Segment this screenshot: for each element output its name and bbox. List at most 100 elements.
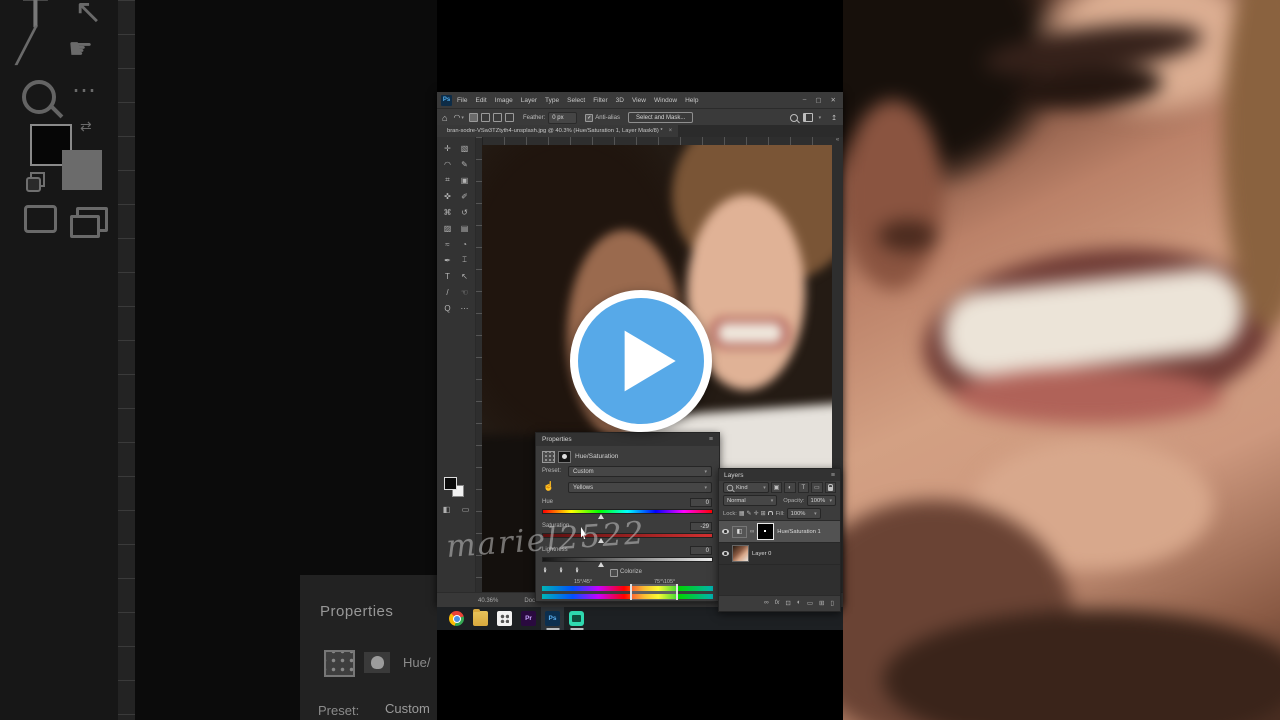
frame-tool-icon[interactable]: ▣ — [456, 172, 473, 188]
hue-range-markers[interactable] — [629, 584, 678, 600]
eyedropper-icon[interactable]: ✒ — [541, 566, 550, 573]
store-icon[interactable] — [497, 611, 512, 626]
delete-layer-icon[interactable]: ▯ — [830, 599, 834, 607]
direct-select-tool-icon[interactable]: ↖ — [456, 268, 473, 284]
layer-row-layer0[interactable]: Layer 0 — [719, 543, 840, 565]
colorize-checkbox[interactable] — [610, 569, 618, 577]
screen-mode-icon[interactable]: ▭ — [462, 505, 470, 514]
layer-name[interactable]: Hue/Saturation 1 — [777, 529, 821, 535]
filter-shape-icon[interactable]: ▭ — [811, 482, 823, 493]
lock-transparent-icon[interactable]: ▦ — [739, 510, 745, 517]
dodge-tool-icon[interactable]: ◔ — [456, 236, 473, 252]
fill-dropdown[interactable]: 100% ▾ — [786, 508, 821, 519]
lock-position-icon[interactable]: ✛ — [754, 510, 759, 517]
lightness-slider-handle[interactable] — [598, 562, 604, 567]
close-button[interactable]: ✕ — [831, 96, 836, 104]
tab-close-icon[interactable]: × — [669, 128, 673, 134]
panel-menu-icon[interactable]: ≡ — [831, 472, 835, 479]
lasso-tool-icon[interactable]: ◠ — [439, 156, 456, 172]
brush-tool-icon[interactable]: ✐ — [456, 188, 473, 204]
eyedropper-subtract-icon[interactable]: ✒ — [573, 566, 582, 573]
blur-tool-icon[interactable]: ≈ — [439, 236, 456, 252]
layer-style-icon[interactable]: fx — [775, 600, 780, 606]
foreground-color-swatch[interactable] — [444, 477, 457, 490]
hand-tool-icon[interactable]: ☜ — [456, 284, 473, 300]
visibility-eye-icon[interactable] — [722, 529, 729, 534]
home-icon[interactable]: ⌂ — [442, 113, 447, 123]
premiere-pro-icon[interactable]: Pr — [521, 611, 536, 626]
lightness-slider[interactable] — [542, 557, 713, 562]
menu-file[interactable]: File — [457, 97, 467, 104]
hue-slider[interactable] — [542, 509, 713, 514]
more-tools-icon[interactable]: ⋯ — [456, 300, 473, 316]
panel-menu-icon[interactable]: ≡ — [709, 436, 713, 443]
lightness-value[interactable]: 0 — [690, 546, 712, 555]
add-mask-icon[interactable]: ⊡ — [785, 599, 790, 607]
share-icon[interactable]: ↥ — [831, 114, 837, 122]
eraser-tool-icon[interactable]: ▨ — [439, 220, 456, 236]
menu-type[interactable]: Type — [545, 97, 559, 104]
targeted-adjustment-icon[interactable]: ☝ — [543, 481, 554, 492]
play-button[interactable] — [570, 290, 712, 432]
layer-mask-thumbnail[interactable] — [756, 522, 776, 541]
zoom-tool-icon[interactable]: Q — [439, 300, 456, 316]
menu-help[interactable]: Help — [685, 97, 698, 104]
menu-window[interactable]: Window — [654, 97, 677, 104]
workspace-layout-icon[interactable] — [802, 113, 813, 122]
search-icon[interactable] — [789, 113, 798, 122]
history-brush-tool-icon[interactable]: ↺ — [456, 204, 473, 220]
channel-dropdown[interactable]: Yellows ▾ — [568, 482, 712, 493]
mask-link-icon[interactable]: ∞ — [750, 529, 754, 535]
layer-thumbnail[interactable] — [732, 545, 749, 562]
filter-image-icon[interactable]: ▣ — [770, 482, 783, 493]
menu-view[interactable]: View — [632, 97, 646, 104]
stamp-tool-icon[interactable]: ⌘ — [439, 204, 456, 220]
new-selection-icon[interactable] — [468, 113, 478, 122]
filter-type-icon[interactable]: T — [797, 482, 810, 493]
collapse-panels-icon[interactable]: « — [836, 137, 839, 143]
menu-select[interactable]: Select — [567, 97, 585, 104]
layer-filter-dropdown[interactable]: Kind ▾ — [723, 482, 769, 493]
intersect-selection-icon[interactable] — [504, 113, 514, 122]
maximize-button[interactable]: ▢ — [815, 96, 821, 104]
adjustment-thumbnail[interactable]: ◧ — [732, 525, 747, 538]
photoshop-icon[interactable]: Ps — [545, 611, 560, 626]
filter-adjustment-icon[interactable]: ◐ — [784, 482, 796, 493]
blend-mode-dropdown[interactable]: Normal ▾ — [723, 495, 778, 506]
menu-edit[interactable]: Edit — [475, 97, 486, 104]
saturation-value[interactable]: -29 — [690, 522, 712, 531]
crop-tool-icon[interactable]: ⌗ — [439, 172, 456, 188]
menu-3d[interactable]: 3D — [616, 97, 624, 104]
lock-pixels-icon[interactable]: ✎ — [747, 510, 752, 517]
layer-row-hue-saturation[interactable]: ◧ ∞ Hue/Saturation 1 — [719, 521, 840, 543]
menu-filter[interactable]: Filter — [593, 97, 607, 104]
new-layer-icon[interactable]: ⊞ — [819, 599, 824, 607]
quick-mask-icon[interactable]: ◧ — [443, 505, 451, 514]
new-adjustment-icon[interactable]: ◐ — [797, 599, 801, 606]
document-tab[interactable]: bran-sodre-VSw3TZtyth4-unsplash.jpg @ 40… — [437, 125, 679, 137]
move-tool-icon[interactable]: ✛ — [439, 140, 456, 156]
screen-recorder-icon[interactable] — [569, 611, 584, 626]
eyedropper-add-icon[interactable]: ✒ — [557, 566, 566, 573]
type-cursor-icon[interactable]: ⌶ — [456, 252, 473, 268]
link-layers-icon[interactable]: ∞ — [764, 599, 769, 606]
gradient-tool-icon[interactable]: ▤ — [456, 220, 473, 236]
chevron-down-icon[interactable]: ▾ — [461, 115, 464, 121]
anti-alias-checkbox[interactable]: ✓ — [585, 113, 594, 122]
opacity-dropdown[interactable]: 100% ▾ — [806, 495, 836, 506]
subtract-selection-icon[interactable] — [492, 113, 502, 122]
layer-name[interactable]: Layer 0 — [752, 551, 771, 557]
quick-select-tool-icon[interactable]: ✎ — [456, 156, 473, 172]
lasso-tool-icon[interactable]: ◠ — [453, 113, 460, 122]
new-group-icon[interactable]: ▭ — [807, 599, 813, 607]
chrome-icon[interactable] — [449, 611, 464, 626]
select-and-mask-button[interactable]: Select and Mask... — [627, 112, 694, 123]
preset-dropdown[interactable]: Custom ▾ — [568, 466, 712, 477]
menu-image[interactable]: Image — [495, 97, 513, 104]
type-tool-icon[interactable]: T — [439, 268, 456, 284]
add-selection-icon[interactable] — [480, 113, 490, 122]
minimize-button[interactable]: – — [803, 96, 807, 104]
chevron-down-icon[interactable]: ▾ — [819, 115, 822, 121]
healing-tool-icon[interactable]: ✜ — [439, 188, 456, 204]
line-tool-icon[interactable]: / — [439, 284, 456, 300]
